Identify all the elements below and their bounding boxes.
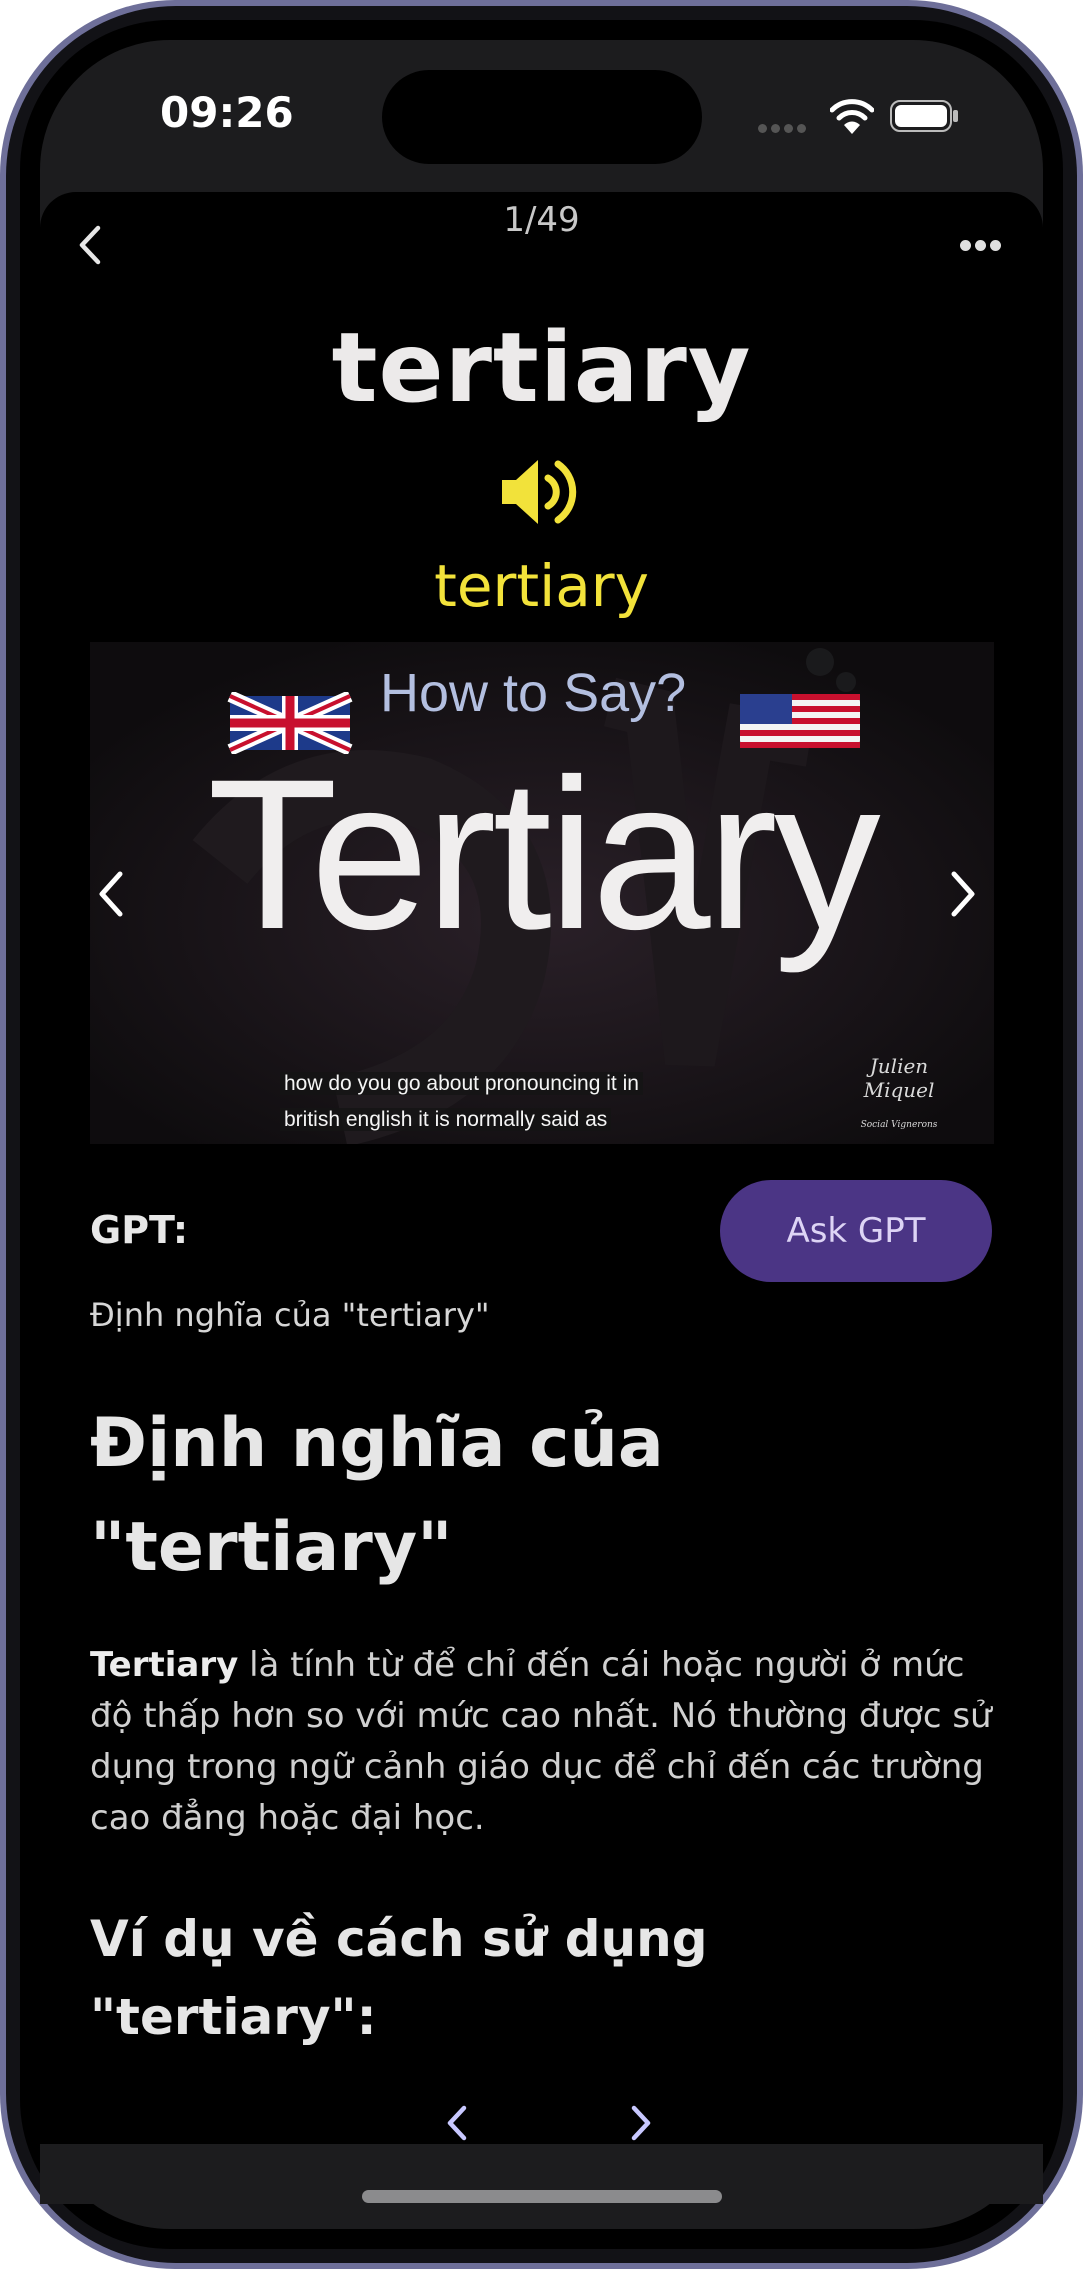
definition-heading: Định nghĩa của "tertiary" <box>90 1404 664 1587</box>
dynamic-island <box>382 70 702 164</box>
channel-signature: Julien Miquel Social Vignerons <box>834 1054 964 1130</box>
home-indicator[interactable] <box>362 2190 722 2203</box>
definition-term: Tertiary <box>90 1645 239 1685</box>
video-heading: How to Say? <box>380 663 687 723</box>
caption-line: how do you go about pronouncing it in <box>280 1072 643 1095</box>
video-caption: how do you go about pronouncing it in br… <box>280 1066 670 1138</box>
signature-sub: Social Vignerons <box>860 1120 938 1130</box>
battery-icon <box>890 100 958 132</box>
ask-gpt-button[interactable]: Ask GPT <box>720 1180 992 1282</box>
pronunciation-video[interactable]: How to Say? Tertiary how do you go about… <box>90 642 994 1144</box>
chevron-left-icon[interactable] <box>90 864 130 924</box>
chevron-right-icon[interactable] <box>944 864 984 924</box>
word-title: tertiary <box>331 312 752 424</box>
chevron-left-icon[interactable] <box>70 220 110 270</box>
examples-heading: Ví dụ về cách sử dụng "tertiary": <box>90 1910 708 2046</box>
wifi-icon <box>830 99 874 134</box>
video-word: Tertiary <box>207 735 881 974</box>
word-detail-sheet: 1/49 tertiary tertiary How to Say? Terti… <box>40 192 1043 2144</box>
chevron-right-icon[interactable] <box>620 2100 660 2144</box>
speaker-icon[interactable] <box>500 454 582 530</box>
signature-name: Julien Miquel <box>863 1054 935 1102</box>
definition-paragraph: Tertiary là tính từ để chỉ đến cái hoặc … <box>90 1640 995 1844</box>
chevron-left-icon[interactable] <box>438 2100 478 2144</box>
caption-line: british english it is normally said as <box>280 1108 612 1131</box>
gpt-label: GPT: <box>90 1208 189 1252</box>
more-horizontal-icon[interactable] <box>960 236 1020 256</box>
cellular-signal-icon <box>758 118 812 133</box>
word-phonetic: tertiary <box>434 552 649 620</box>
card-counter: 1/49 <box>503 200 580 240</box>
status-time: 09:26 <box>160 88 294 137</box>
gpt-summary: Định nghĩa của "tertiary" <box>90 1296 490 1334</box>
